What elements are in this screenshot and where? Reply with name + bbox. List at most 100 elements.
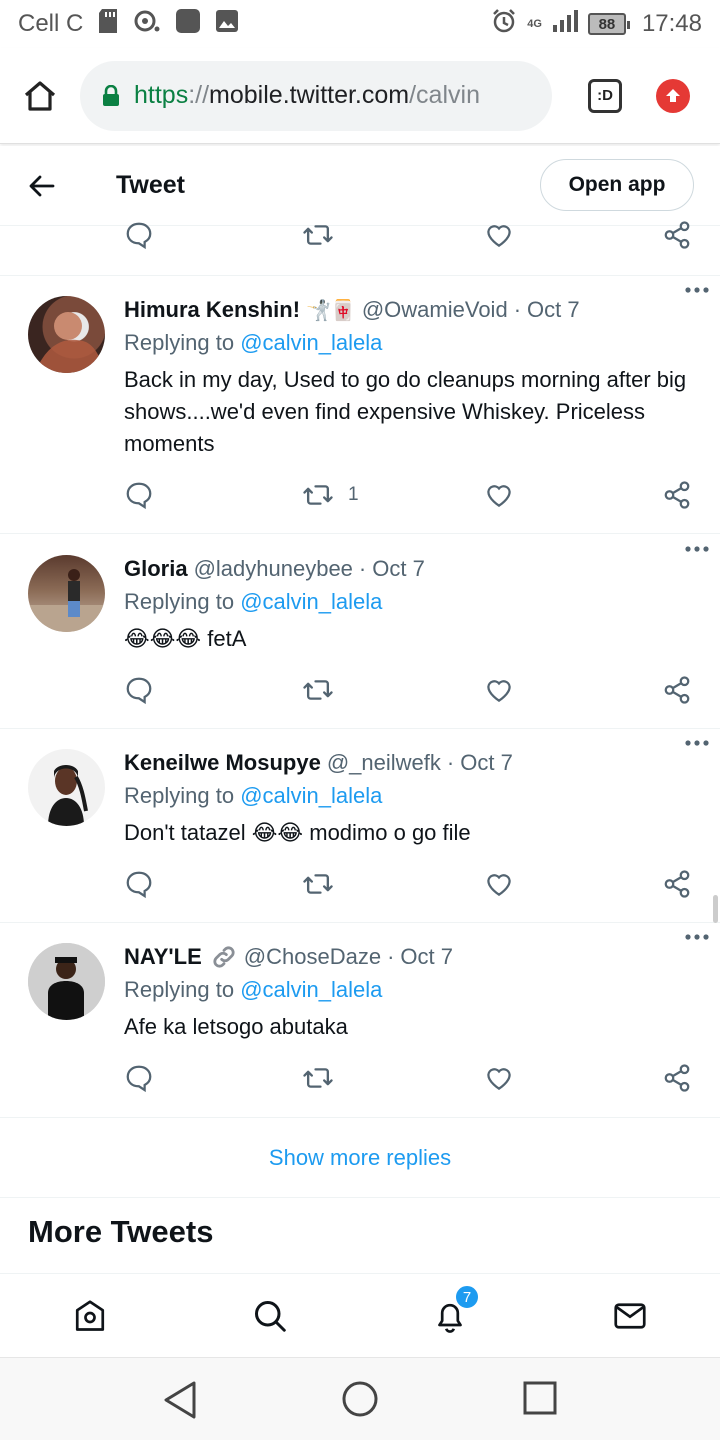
scrollbar-thumb[interactable] bbox=[713, 895, 718, 923]
retweet-button[interactable] bbox=[302, 1063, 334, 1093]
retweet-button[interactable] bbox=[302, 220, 334, 255]
more-icon bbox=[685, 934, 709, 940]
reply-button[interactable] bbox=[124, 675, 154, 705]
nav-home[interactable] bbox=[70, 1296, 110, 1336]
tweet-text: Back in my day, Used to go do cleanups m… bbox=[124, 367, 687, 456]
name-emoji: 🤺🀄 bbox=[306, 299, 356, 322]
nav-explore[interactable] bbox=[250, 1296, 290, 1336]
system-recents-button[interactable] bbox=[522, 1380, 558, 1421]
tweet-date[interactable]: Oct 7 bbox=[460, 750, 513, 776]
share-button[interactable] bbox=[662, 220, 692, 255]
tab-switcher-button[interactable]: :D bbox=[588, 78, 622, 113]
like-button[interactable] bbox=[484, 480, 514, 510]
home-icon bbox=[75, 1300, 105, 1331]
back-button[interactable] bbox=[0, 175, 84, 197]
author-handle[interactable]: @_neilwefk bbox=[327, 750, 441, 776]
tweet-date[interactable]: Oct 7 bbox=[372, 556, 425, 582]
author-name[interactable]: Keneilwe Mosupye bbox=[124, 750, 321, 776]
tweet-actions bbox=[124, 675, 700, 715]
nav-messages[interactable] bbox=[610, 1296, 650, 1336]
reply-button[interactable] bbox=[124, 1063, 154, 1093]
share-button[interactable] bbox=[662, 869, 692, 899]
author-handle[interactable]: @ChoseDaze bbox=[244, 944, 381, 970]
reply-button[interactable] bbox=[124, 869, 154, 899]
avatar[interactable] bbox=[28, 296, 105, 373]
share-button[interactable] bbox=[662, 480, 692, 510]
author-name[interactable]: NAY'LE bbox=[124, 944, 202, 970]
heart-icon bbox=[487, 680, 511, 702]
mail-icon bbox=[614, 1303, 646, 1329]
url-scheme: https bbox=[134, 81, 189, 109]
avatar[interactable] bbox=[28, 943, 105, 1020]
more-icon bbox=[685, 287, 709, 293]
system-home-button[interactable] bbox=[341, 1380, 379, 1423]
more-options-button[interactable] bbox=[684, 927, 710, 947]
reply-tweet[interactable]: Gloria @ladyhuneybee · Oct 7 Replying to… bbox=[0, 535, 720, 729]
page-title: Tweet bbox=[116, 171, 185, 199]
tweet-text: Don't tatazel 😂😂 modimo o go file bbox=[124, 820, 471, 845]
avatar[interactable] bbox=[28, 749, 105, 826]
retweet-button[interactable] bbox=[302, 675, 334, 705]
like-button[interactable] bbox=[484, 869, 514, 899]
retweet-count: 1 bbox=[348, 484, 359, 505]
mention-link[interactable]: @calvin_lalela bbox=[240, 589, 382, 614]
tweet-date[interactable]: Oct 7 bbox=[400, 944, 453, 970]
avatar[interactable] bbox=[28, 555, 105, 632]
like-button[interactable] bbox=[484, 675, 514, 705]
retweet-icon bbox=[303, 680, 333, 700]
replying-prefix: Replying to bbox=[124, 330, 241, 355]
mention-link[interactable]: @calvin_lalela bbox=[240, 783, 382, 808]
search-icon bbox=[255, 1301, 286, 1332]
retweet-button[interactable] bbox=[302, 869, 334, 899]
author-handle[interactable]: @OwamieVoid bbox=[362, 297, 508, 323]
replying-to-line: Replying to @calvin_lalela bbox=[124, 330, 700, 362]
author-handle[interactable]: @ladyhuneybee bbox=[194, 556, 353, 582]
reply-icon bbox=[126, 222, 152, 250]
open-app-button[interactable]: Open app bbox=[540, 159, 694, 211]
author-name[interactable]: Gloria bbox=[124, 556, 188, 582]
tweet-actions bbox=[124, 1063, 700, 1103]
tweet-text: 😂😂😂 fetA bbox=[124, 626, 247, 651]
like-button[interactable] bbox=[484, 1063, 514, 1093]
network-type-label: 4G bbox=[527, 18, 542, 30]
show-more-replies-button[interactable]: Show more replies bbox=[0, 1118, 720, 1198]
author-name[interactable]: Himura Kenshin! bbox=[124, 297, 300, 323]
system-back-button[interactable] bbox=[162, 1380, 198, 1425]
retweet-icon bbox=[303, 874, 333, 894]
sd-card-icon bbox=[97, 8, 119, 41]
more-options-button[interactable] bbox=[684, 733, 710, 753]
arrow-up-icon bbox=[666, 88, 680, 102]
signal-icon bbox=[552, 9, 578, 40]
heart-icon bbox=[487, 485, 511, 507]
share-button[interactable] bbox=[662, 675, 692, 705]
update-button[interactable] bbox=[656, 78, 690, 113]
heart-icon bbox=[487, 874, 511, 896]
tweet-date[interactable]: Oct 7 bbox=[527, 297, 580, 323]
nav-notifications[interactable]: 7 bbox=[430, 1284, 480, 1336]
lock-icon bbox=[102, 84, 120, 107]
browser-home-button[interactable] bbox=[0, 48, 80, 144]
mention-link[interactable]: @calvin_lalela bbox=[240, 330, 382, 355]
reply-tweet[interactable]: Himura Kenshin! 🤺🀄 @OwamieVoid · Oct 7 R… bbox=[0, 276, 720, 534]
more-options-button[interactable] bbox=[684, 539, 710, 559]
share-icon bbox=[664, 1064, 690, 1092]
reply-tweet[interactable]: Keneilwe Mosupye @_neilwefk · Oct 7 Repl… bbox=[0, 729, 720, 923]
share-icon bbox=[664, 481, 690, 509]
reply-button[interactable] bbox=[124, 480, 154, 510]
share-button[interactable] bbox=[662, 1063, 692, 1093]
alarm-icon bbox=[491, 8, 517, 41]
home-icon bbox=[24, 80, 56, 111]
url-bar[interactable]: https://mobile.twitter.com/calvin bbox=[80, 60, 552, 131]
link-icon bbox=[210, 943, 238, 971]
more-options-button[interactable] bbox=[684, 280, 710, 300]
retweet-button[interactable]: 1 bbox=[302, 480, 359, 510]
tweet-header: Tweet Open app bbox=[0, 146, 720, 226]
carrier-label: Cell C bbox=[18, 10, 84, 37]
hotspot-icon bbox=[133, 9, 161, 40]
mention-link[interactable]: @calvin_lalela bbox=[240, 977, 382, 1002]
reply-button[interactable] bbox=[124, 220, 154, 255]
reply-tweet[interactable]: NAY'LE @ChoseDaze · Oct 7 Replying to @c… bbox=[0, 923, 720, 1118]
retweet-icon bbox=[303, 1068, 333, 1088]
like-button[interactable] bbox=[484, 220, 514, 255]
url-separator: :// bbox=[188, 81, 210, 109]
